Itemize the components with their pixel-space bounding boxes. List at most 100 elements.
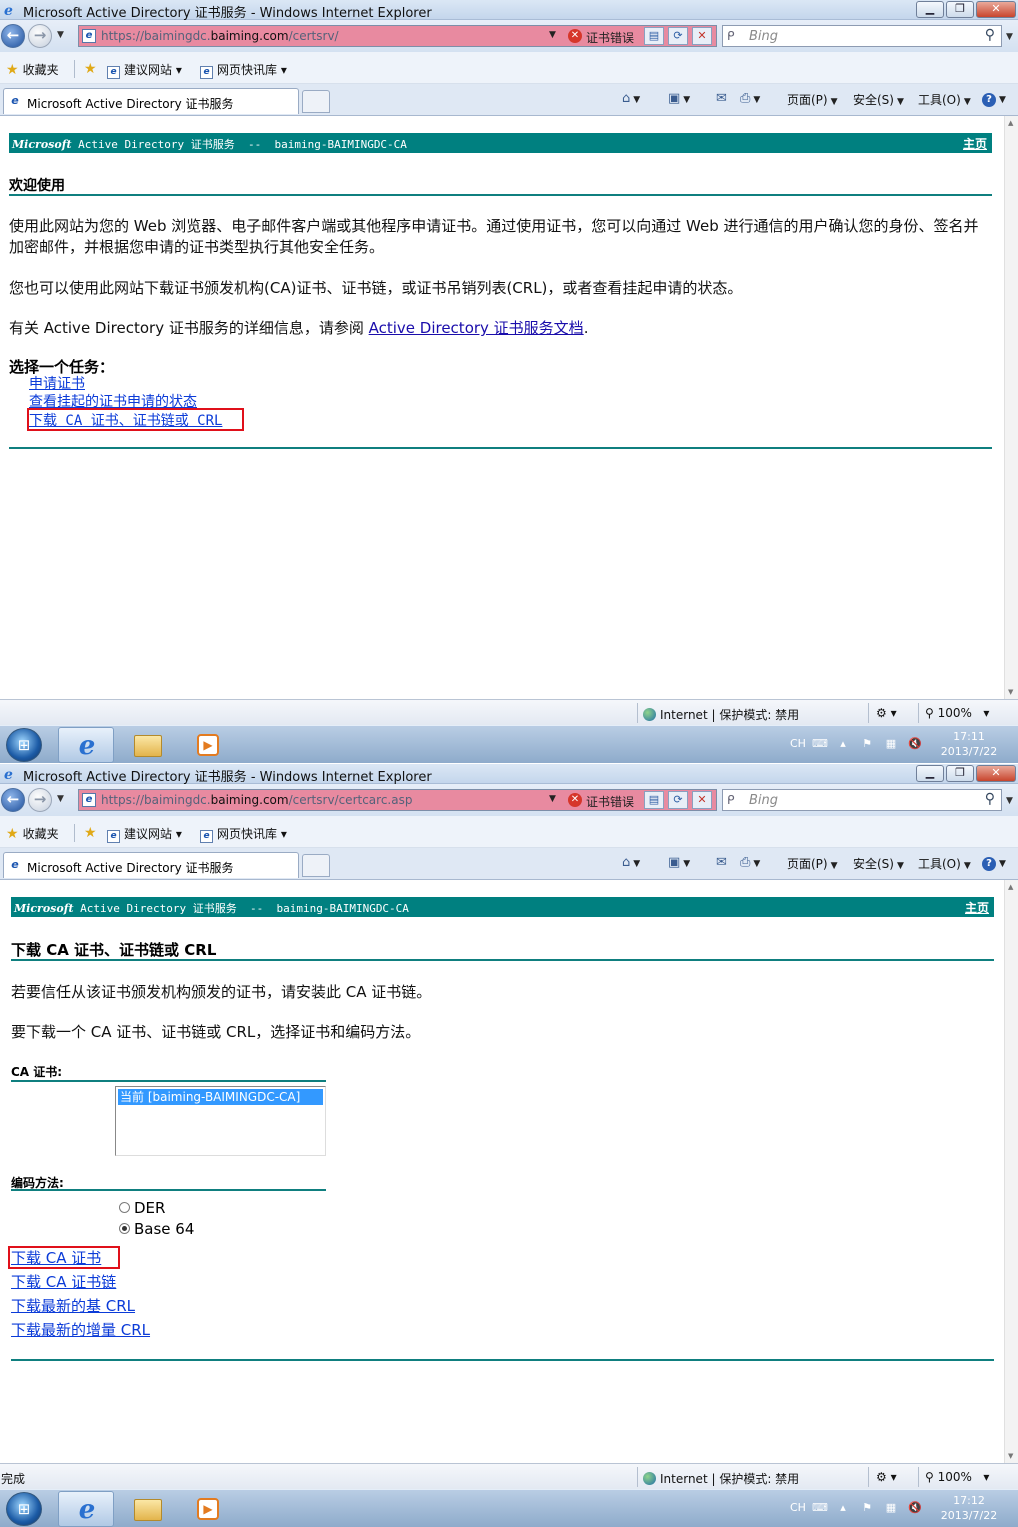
download-ca-chain-link[interactable]: 下载 CA 证书链 bbox=[11, 1271, 116, 1292]
taskbar-explorer[interactable] bbox=[120, 727, 176, 763]
feeds-button[interactable]: ▣ ▼ bbox=[668, 855, 690, 870]
address-url[interactable]: https://baimingdc.baiming.com/certsrv/ce… bbox=[101, 793, 412, 807]
ca-cert-option-selected[interactable]: 当前 [baiming-BAIMINGDC-CA] bbox=[118, 1089, 323, 1105]
safety-menu[interactable]: 安全(S) ▼ bbox=[853, 855, 904, 872]
compatibility-view-icon[interactable]: ▤ bbox=[644, 27, 664, 45]
action-center-flag-icon[interactable]: ⚑ bbox=[860, 1501, 874, 1515]
start-button[interactable]: ⊞ bbox=[6, 728, 42, 762]
minimize-button[interactable]: ▁ bbox=[916, 765, 944, 782]
download-base-crl-link[interactable]: 下载最新的基 CRL bbox=[11, 1295, 135, 1316]
page-menu[interactable]: 页面(P) ▼ bbox=[787, 91, 838, 108]
ca-cert-listbox[interactable]: 当前 [baiming-BAIMINGDC-CA] bbox=[115, 1086, 326, 1156]
vertical-scrollbar[interactable]: ▲ ▼ bbox=[1004, 116, 1018, 699]
safety-menu[interactable]: 安全(S) ▼ bbox=[853, 91, 904, 108]
read-mail-button[interactable]: ✉ bbox=[716, 855, 727, 870]
network-icon[interactable]: ▦ bbox=[884, 1501, 898, 1515]
tab-cert-services[interactable]: e Microsoft Active Directory 证书服务 bbox=[3, 88, 299, 114]
keyboard-icon[interactable]: ⌨ bbox=[812, 737, 828, 751]
help-menu[interactable]: ? ▼ bbox=[982, 91, 1006, 107]
restore-button[interactable]: ❐ bbox=[946, 765, 974, 782]
suggested-sites-button[interactable]: e 建议网站 ▾ bbox=[107, 61, 182, 79]
help-menu[interactable]: ? ▼ bbox=[982, 855, 1006, 871]
system-clock[interactable]: 17:12 2013/7/22 bbox=[928, 1493, 1010, 1523]
recent-pages-dropdown-icon[interactable]: ▼ bbox=[57, 30, 64, 40]
taskbar-explorer[interactable] bbox=[120, 1491, 176, 1527]
download-delta-crl-link[interactable]: 下载最新的增量 CRL bbox=[11, 1319, 150, 1340]
print-button[interactable]: ⎙ ▼ bbox=[740, 855, 760, 870]
taskbar-media-player[interactable]: ▶ bbox=[180, 727, 236, 763]
protected-mode-icon[interactable]: ⚙ ▾ bbox=[876, 706, 897, 720]
taskbar-ie[interactable]: e bbox=[58, 1491, 114, 1527]
restore-button[interactable]: ❐ bbox=[946, 1, 974, 18]
search-icon[interactable]: ⚲ bbox=[985, 27, 995, 43]
web-slice-gallery-button[interactable]: e 网页快讯库 ▾ bbox=[200, 61, 287, 79]
minimize-button[interactable]: ▁ bbox=[916, 1, 944, 18]
request-cert-link[interactable]: 申请证书 bbox=[29, 373, 85, 393]
volume-muted-icon[interactable]: 🔇 bbox=[908, 737, 922, 751]
encoding-der-radio[interactable]: DER bbox=[119, 1199, 165, 1217]
taskbar-media-player[interactable]: ▶ bbox=[180, 1491, 236, 1527]
search-input[interactable]: Bing bbox=[749, 793, 778, 808]
title-bar[interactable]: e Microsoft Active Directory 证书服务 - Wind… bbox=[0, 0, 1018, 21]
start-button[interactable]: ⊞ bbox=[6, 1492, 42, 1526]
home-link[interactable]: 主页 bbox=[963, 135, 987, 152]
add-favorite-icon[interactable]: ★ bbox=[84, 825, 101, 841]
favorites-button[interactable]: ★ 收藏夹 bbox=[6, 825, 59, 842]
add-favorite-icon[interactable]: ★ bbox=[84, 61, 101, 77]
cert-error-label[interactable]: 证书错误 bbox=[586, 29, 634, 46]
address-bar[interactable]: e https://baimingdc.baiming.com/certsrv/… bbox=[78, 25, 717, 47]
refresh-icon[interactable]: ⟳ bbox=[668, 791, 688, 809]
back-button[interactable]: ← bbox=[1, 24, 25, 48]
system-clock[interactable]: 17:11 2013/7/22 bbox=[928, 729, 1010, 759]
feeds-button[interactable]: ▣ ▼ bbox=[668, 91, 690, 106]
tools-menu[interactable]: 工具(O) ▼ bbox=[918, 91, 971, 108]
favorites-button[interactable]: ★ 收藏夹 bbox=[6, 61, 59, 78]
search-box[interactable]: ᑭ Bing ⚲ bbox=[722, 789, 1002, 811]
read-mail-button[interactable]: ✉ bbox=[716, 91, 727, 106]
address-dropdown-icon[interactable]: ▼ bbox=[549, 794, 556, 804]
taskbar-ie[interactable]: e bbox=[58, 727, 114, 763]
security-zone[interactable]: Internet | 保护模式: 禁用 bbox=[643, 706, 799, 723]
search-input[interactable]: Bing bbox=[749, 29, 778, 44]
title-bar[interactable]: e Microsoft Active Directory 证书服务 - Wind… bbox=[0, 764, 1018, 785]
forward-button[interactable]: → bbox=[28, 24, 52, 48]
language-indicator[interactable]: CH bbox=[790, 737, 806, 750]
show-hidden-icons[interactable]: ▴ bbox=[836, 1501, 850, 1515]
volume-muted-icon[interactable]: 🔇 bbox=[908, 1501, 922, 1515]
action-center-flag-icon[interactable]: ⚑ bbox=[860, 737, 874, 751]
new-tab-button[interactable] bbox=[302, 90, 330, 113]
recent-pages-dropdown-icon[interactable]: ▼ bbox=[57, 794, 64, 804]
vertical-scrollbar[interactable]: ▲ ▼ bbox=[1004, 880, 1018, 1463]
page-menu[interactable]: 页面(P) ▼ bbox=[787, 855, 838, 872]
language-indicator[interactable]: CH bbox=[790, 1501, 806, 1514]
close-button[interactable]: ✕ bbox=[976, 1, 1016, 18]
home-link[interactable]: 主页 bbox=[965, 899, 989, 916]
stop-icon[interactable]: ✕ bbox=[692, 791, 712, 809]
cert-error-icon[interactable]: ✕ bbox=[568, 29, 582, 43]
search-options-dropdown-icon[interactable]: ▼ bbox=[1006, 796, 1013, 806]
new-tab-button[interactable] bbox=[302, 854, 330, 877]
stop-icon[interactable]: ✕ bbox=[692, 27, 712, 45]
search-icon[interactable]: ⚲ bbox=[985, 791, 995, 807]
close-button[interactable]: ✕ bbox=[976, 765, 1016, 782]
tab-cert-services[interactable]: e Microsoft Active Directory 证书服务 bbox=[3, 852, 299, 878]
search-box[interactable]: ᑭ Bing ⚲ bbox=[722, 25, 1002, 47]
forward-button[interactable]: → bbox=[28, 788, 52, 812]
keyboard-icon[interactable]: ⌨ bbox=[812, 1501, 828, 1515]
print-button[interactable]: ⎙ ▼ bbox=[740, 91, 760, 106]
network-icon[interactable]: ▦ bbox=[884, 737, 898, 751]
refresh-icon[interactable]: ⟳ bbox=[668, 27, 688, 45]
address-bar[interactable]: e https://baimingdc.baiming.com/certsrv/… bbox=[78, 789, 717, 811]
security-zone[interactable]: Internet | 保护模式: 禁用 bbox=[643, 1470, 799, 1487]
suggested-sites-button[interactable]: e 建议网站 ▾ bbox=[107, 825, 182, 843]
tools-menu[interactable]: 工具(O) ▼ bbox=[918, 855, 971, 872]
cert-error-icon[interactable]: ✕ bbox=[568, 793, 582, 807]
back-button[interactable]: ← bbox=[1, 788, 25, 812]
encoding-base64-radio[interactable]: Base 64 bbox=[119, 1220, 194, 1238]
cert-services-docs-link[interactable]: Active Directory 证书服务文档 bbox=[369, 319, 584, 337]
zoom-control[interactable]: ⚲ 100% ▾ bbox=[925, 1470, 989, 1484]
home-button[interactable]: ⌂ ▼ bbox=[622, 855, 640, 870]
zoom-control[interactable]: ⚲ 100% ▾ bbox=[925, 706, 989, 720]
cert-error-label[interactable]: 证书错误 bbox=[586, 793, 634, 810]
search-options-dropdown-icon[interactable]: ▼ bbox=[1006, 32, 1013, 42]
